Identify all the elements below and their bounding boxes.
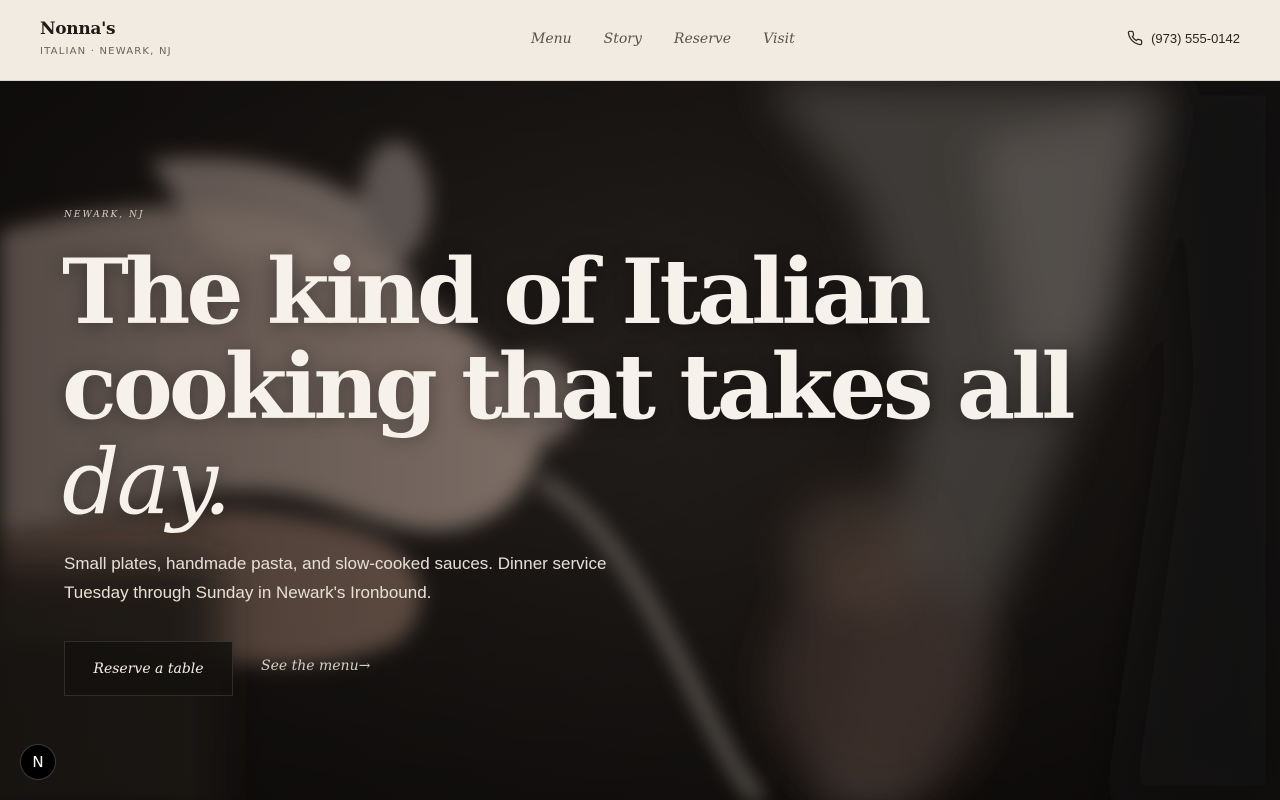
main-nav: Menu Story Reserve Visit [531, 30, 795, 48]
headline-line-1: The kind of Italian [62, 239, 931, 345]
brand-tagline: ITALIAN · NEWARK, NJ [40, 46, 172, 57]
nextjs-devtools-button[interactable]: N [20, 744, 56, 780]
phone-icon [1127, 30, 1143, 46]
nav-link-reserve[interactable]: Reserve [674, 30, 731, 48]
headline-line-2: cooking that takes all [62, 334, 1076, 440]
reserve-table-button[interactable]: Reserve a table [64, 641, 233, 696]
phone-number: (973) 555-0142 [1151, 30, 1240, 46]
devtools-logo-icon: N [32, 753, 44, 771]
nav-link-menu[interactable]: Menu [531, 30, 572, 48]
hero-eyebrow: NEWARK, NJ [64, 210, 145, 220]
site-header: Nonna's ITALIAN · NEWARK, NJ Menu Story … [0, 0, 1280, 81]
nav-link-story[interactable]: Story [604, 30, 642, 48]
see-menu-link[interactable]: See the menu→ [261, 658, 370, 674]
hero-description: Small plates, handmade pasta, and slow-c… [64, 554, 607, 602]
phone-link[interactable]: (973) 555-0142 [1127, 30, 1240, 46]
hero-section: NEWARK, NJ The kind of Italian cooking t… [0, 81, 1280, 800]
hero-headline: The kind of Italian cooking that takes a… [62, 239, 1076, 535]
brand[interactable]: Nonna's ITALIAN · NEWARK, NJ [40, 18, 172, 57]
headline-line-3: day. [62, 430, 232, 535]
nav-link-visit[interactable]: Visit [763, 30, 795, 48]
brand-name[interactable]: Nonna's [40, 18, 172, 40]
